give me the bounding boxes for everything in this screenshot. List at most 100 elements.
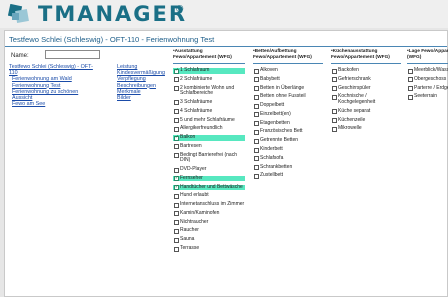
feature-option[interactable]: ✓ Balkon (173, 134, 245, 141)
feature-checkbox[interactable]: ✓ (173, 176, 179, 182)
feature-checkbox[interactable] (407, 77, 413, 83)
feature-label: Küchenzeile (338, 116, 366, 123)
feature-checkbox[interactable] (253, 68, 259, 74)
feature-option[interactable]: Gefrierschrank (331, 76, 401, 83)
feature-label: 4 Schlafräume (180, 107, 213, 114)
feature-checkbox[interactable] (253, 129, 259, 135)
menu-link[interactable]: Bilder (117, 95, 167, 101)
feature-checkbox[interactable] (173, 126, 179, 132)
feature-option[interactable]: ✓ Handtücher und Bettwäsche (173, 184, 245, 191)
feature-option[interactable]: Backofen (331, 67, 401, 74)
feature-checkbox[interactable] (253, 121, 259, 127)
feature-option[interactable]: 3 Schlafräume (173, 99, 245, 106)
feature-option[interactable]: Etagenbetten (253, 120, 323, 127)
feature-option[interactable]: Raucher (173, 228, 245, 234)
feature-option[interactable]: 5 und mehr Schlafräume (173, 117, 245, 124)
feature-option[interactable]: Kinderbett (253, 146, 323, 153)
feature-checkbox[interactable] (173, 202, 179, 208)
feature-checkbox[interactable] (173, 77, 179, 83)
feature-checkbox[interactable] (253, 138, 259, 144)
feature-checkbox[interactable] (331, 77, 337, 83)
feature-option[interactable]: Französisches Bett (253, 129, 323, 135)
feature-checkbox[interactable] (253, 165, 259, 171)
column-header: •Küchenausstattung Fewo/Appartement (WFG) (331, 49, 401, 64)
feature-option[interactable]: Betten in Überlänge (253, 85, 323, 92)
feature-option[interactable]: Schrankbetten (253, 164, 323, 171)
feature-checkbox[interactable] (331, 68, 337, 74)
feature-option[interactable]: Allergikerfreundlich (173, 125, 245, 132)
column-header: •Ausstattung Fewo/Appartement (WFG) (173, 49, 245, 64)
column-betten: •Betten/Aufbettung Fewo/Appartement (WFG)… (253, 49, 323, 182)
feature-option[interactable]: DVD-Player (173, 166, 245, 173)
feature-checkbox[interactable] (331, 94, 337, 100)
feature-option[interactable]: Hund erlaubt (173, 193, 245, 199)
feature-checkbox[interactable] (331, 118, 337, 123)
column-header: •Lage Fewo/Apparte(WFG) (407, 49, 448, 64)
feature-option[interactable]: Sauna (173, 236, 245, 243)
feature-option[interactable]: Terrasse (173, 245, 245, 252)
feature-checkbox[interactable]: ✓ (173, 135, 179, 141)
feature-option[interactable]: Nichtraucher (173, 218, 245, 226)
feature-option[interactable]: Bartresen (173, 143, 245, 150)
feature-label: Getrennte Betten (260, 137, 299, 144)
feature-checkbox[interactable] (253, 112, 259, 118)
feature-checkbox[interactable] (253, 173, 259, 179)
feature-checkbox[interactable] (407, 94, 413, 100)
feature-checkbox[interactable]: ✓ (173, 184, 179, 191)
feature-option[interactable]: Meerblick/Wasser (407, 67, 448, 74)
feature-option[interactable]: Geschirrspüler (331, 85, 401, 92)
feature-checkbox[interactable] (173, 246, 179, 252)
feature-option[interactable]: Getrennte Betten (253, 137, 323, 144)
name-input[interactable] (45, 50, 100, 59)
feature-checkbox[interactable] (253, 156, 259, 162)
feature-checkbox[interactable] (253, 147, 259, 153)
feature-checkbox[interactable] (331, 86, 337, 92)
property-link[interactable]: Fewo am See (9, 101, 111, 107)
feature-option[interactable]: ✓ Fernseher (173, 175, 245, 182)
feature-option[interactable]: Einzelbett(en) (253, 111, 323, 118)
feature-checkbox[interactable] (407, 68, 413, 74)
feature-option[interactable]: Mikrowelle (331, 125, 401, 132)
feature-option[interactable]: Kochnische / Kochgelegenheit (331, 94, 401, 105)
feature-option[interactable]: Küchenzeile (331, 116, 401, 124)
feature-option[interactable]: Schlafsofa (253, 155, 323, 162)
feature-checkbox[interactable] (331, 126, 337, 132)
feature-checkbox[interactable] (173, 144, 179, 150)
feature-option[interactable]: Alkoven (253, 67, 323, 74)
feature-checkbox[interactable] (331, 109, 337, 115)
feature-option[interactable]: Seeterrain (407, 94, 448, 100)
feature-checkbox[interactable] (253, 77, 259, 83)
feature-checkbox[interactable] (173, 228, 179, 234)
feature-label: Nichtraucher (180, 218, 209, 225)
feature-option[interactable]: ✓ 1 Schlafraum (173, 67, 245, 74)
feature-checkbox[interactable] (173, 167, 179, 173)
feature-option[interactable]: Kamin/Kaminofen (173, 210, 245, 217)
feature-checkbox[interactable] (173, 86, 179, 92)
feature-option[interactable]: Internetanschluss im Zimmer (173, 201, 245, 208)
feature-checkbox[interactable] (173, 118, 179, 123)
feature-checkbox[interactable] (173, 193, 179, 199)
feature-checkbox[interactable] (173, 237, 179, 243)
feature-checkbox[interactable] (253, 103, 259, 109)
feature-checkbox[interactable] (173, 153, 179, 159)
feature-option[interactable]: Bedingt Barrierefrei (nach DIN) (173, 152, 245, 164)
feature-option[interactable]: 4 Schlafräume (173, 107, 245, 115)
feature-checkbox[interactable] (253, 94, 259, 100)
feature-option[interactable]: Parterre / Erdgesc (407, 85, 448, 92)
feature-checkbox[interactable] (173, 211, 179, 217)
feature-option[interactable]: Zustellbett (253, 173, 323, 179)
feature-checkbox[interactable] (173, 109, 179, 115)
feature-checkbox[interactable] (173, 220, 179, 226)
feature-option[interactable]: 2 kombinierte Wohn und Schlafbereiche (173, 85, 245, 97)
feature-option[interactable]: Doppelbett (253, 102, 323, 109)
feature-option[interactable]: Küche separat (331, 108, 401, 115)
feature-option[interactable]: Betten ohne Fussteil (253, 94, 323, 100)
feature-checkbox[interactable]: ✓ (173, 68, 179, 74)
feature-checkbox[interactable] (407, 86, 413, 92)
feature-option[interactable]: Babybett (253, 76, 323, 83)
feature-checkbox[interactable] (253, 86, 259, 92)
feature-checkbox[interactable] (173, 100, 179, 106)
brand-name: TMANAGER (38, 2, 188, 26)
feature-option[interactable]: 2 Schlafräume (173, 76, 245, 83)
feature-option[interactable]: Obergeschoss (407, 76, 448, 83)
